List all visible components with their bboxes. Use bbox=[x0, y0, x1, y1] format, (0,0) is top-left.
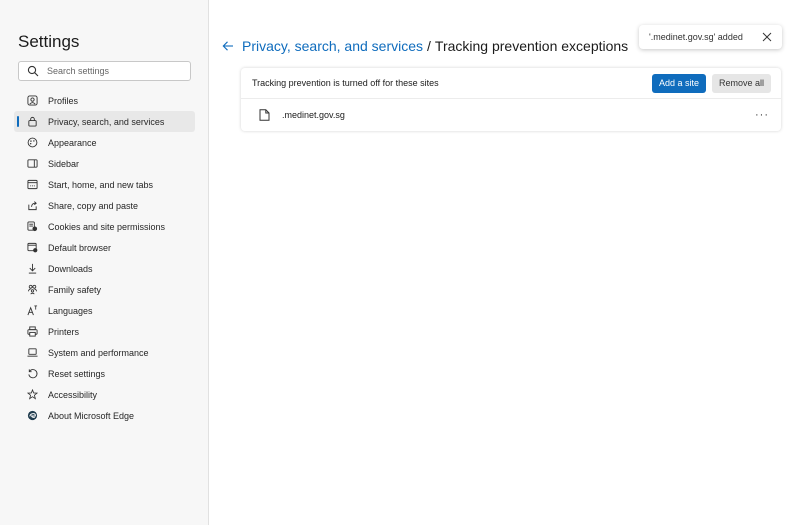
browser-icon bbox=[26, 242, 38, 254]
reset-icon bbox=[26, 368, 38, 380]
sidebar-item-label: Printers bbox=[48, 326, 80, 337]
more-options-icon[interactable]: ··· bbox=[755, 109, 769, 121]
sidebar-item-profiles[interactable]: Profiles bbox=[14, 90, 195, 111]
languages-icon bbox=[26, 305, 38, 317]
appearance-icon bbox=[26, 137, 38, 149]
added-notification-toast: '.medinet.gov.sg' added bbox=[639, 25, 782, 49]
breadcrumb-separator: / bbox=[427, 38, 431, 54]
search-input[interactable] bbox=[47, 66, 187, 76]
settings-nav: Profiles Privacy, search, and services A… bbox=[14, 90, 195, 426]
card-header: Tracking prevention is turned off for th… bbox=[241, 68, 781, 99]
sidebar-icon bbox=[26, 158, 38, 170]
sidebar-item-start-home[interactable]: Start, home, and new tabs bbox=[14, 174, 195, 195]
toast-message: '.medinet.gov.sg' added bbox=[649, 32, 743, 42]
laptop-icon bbox=[26, 347, 38, 359]
sidebar-item-system[interactable]: System and performance bbox=[14, 342, 195, 363]
sidebar-item-label: Start, home, and new tabs bbox=[48, 179, 154, 190]
sidebar-item-label: Cookies and site permissions bbox=[48, 221, 166, 232]
breadcrumb-parent-link[interactable]: Privacy, search, and services bbox=[242, 38, 423, 54]
sidebar-item-label: Privacy, search, and services bbox=[48, 116, 165, 127]
sidebar-item-label: Profiles bbox=[48, 95, 79, 106]
sidebar-title: Settings bbox=[18, 32, 80, 51]
sidebar-item-share[interactable]: Share, copy and paste bbox=[14, 195, 195, 216]
sidebar-item-label: Family safety bbox=[48, 284, 102, 295]
exceptions-card: Tracking prevention is turned off for th… bbox=[241, 68, 781, 131]
file-icon bbox=[259, 108, 270, 121]
sidebar-item-label: Share, copy and paste bbox=[48, 200, 139, 211]
accessibility-icon bbox=[26, 389, 38, 401]
sidebar-item-label: System and performance bbox=[48, 347, 149, 358]
page-title: Tracking prevention exceptions bbox=[434, 38, 629, 54]
profile-icon bbox=[26, 95, 38, 107]
close-icon[interactable] bbox=[762, 32, 772, 42]
family-icon bbox=[26, 284, 38, 296]
sidebar-item-about[interactable]: About Microsoft Edge bbox=[14, 405, 195, 426]
sidebar-item-label: About Microsoft Edge bbox=[48, 410, 135, 421]
download-icon bbox=[26, 263, 38, 275]
card-actions: Add a site Remove all bbox=[651, 73, 771, 93]
site-name: .medinet.gov.sg bbox=[282, 109, 345, 120]
sidebar-item-accessibility[interactable]: Accessibility bbox=[14, 384, 195, 405]
add-site-button[interactable]: Add a site bbox=[651, 73, 706, 93]
sidebar-item-appearance[interactable]: Appearance bbox=[14, 132, 195, 153]
list-item: .medinet.gov.sg ··· bbox=[241, 99, 781, 130]
sidebar-item-label: Downloads bbox=[48, 263, 93, 274]
sidebar-item-printers[interactable]: Printers bbox=[14, 321, 195, 342]
card-description: Tracking prevention is turned off for th… bbox=[252, 78, 439, 88]
search-icon bbox=[27, 65, 39, 77]
sidebar-item-label: Languages bbox=[48, 305, 93, 316]
remove-all-button[interactable]: Remove all bbox=[711, 73, 771, 93]
sidebar-item-languages[interactable]: Languages bbox=[14, 300, 195, 321]
home-tabs-icon bbox=[26, 179, 38, 191]
back-arrow-icon[interactable] bbox=[222, 40, 234, 52]
sidebar-item-default-browser[interactable]: Default browser bbox=[14, 237, 195, 258]
search-box[interactable] bbox=[18, 61, 191, 81]
sidebar-item-sidebar[interactable]: Sidebar bbox=[14, 153, 195, 174]
lock-icon bbox=[26, 116, 38, 128]
sidebar-item-label: Default browser bbox=[48, 242, 112, 253]
sidebar-item-family-safety[interactable]: Family safety bbox=[14, 279, 195, 300]
sidebar-item-cookies[interactable]: Cookies and site permissions bbox=[14, 216, 195, 237]
sidebar-item-privacy[interactable]: Privacy, search, and services bbox=[14, 111, 195, 132]
sidebar-item-downloads[interactable]: Downloads bbox=[14, 258, 195, 279]
cookies-icon bbox=[26, 221, 38, 233]
sidebar-item-label: Sidebar bbox=[48, 158, 80, 169]
printer-icon bbox=[26, 326, 38, 338]
edge-icon bbox=[26, 410, 38, 422]
share-icon bbox=[26, 200, 38, 212]
sidebar-item-label: Accessibility bbox=[48, 389, 98, 400]
sidebar-item-label: Appearance bbox=[48, 137, 97, 148]
settings-sidebar: Settings Profiles Privacy, search, and s… bbox=[0, 0, 209, 525]
breadcrumb: Privacy, search, and services / Tracking… bbox=[222, 38, 628, 54]
sidebar-item-reset[interactable]: Reset settings bbox=[14, 363, 195, 384]
site-entry: .medinet.gov.sg bbox=[259, 108, 345, 121]
sidebar-item-label: Reset settings bbox=[48, 368, 106, 379]
